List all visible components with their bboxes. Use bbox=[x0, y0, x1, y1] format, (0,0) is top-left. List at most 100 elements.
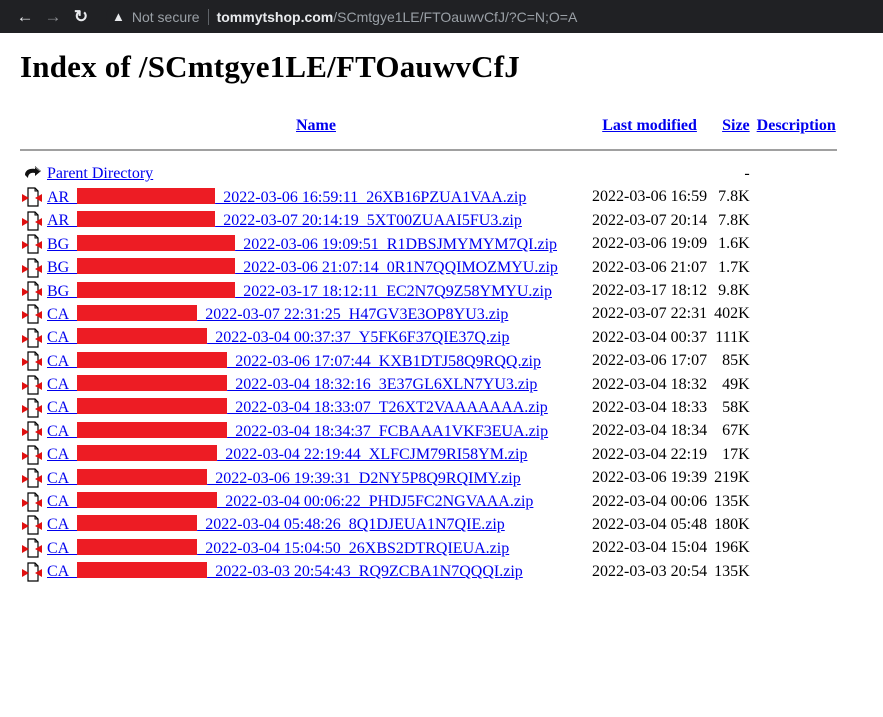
security-label[interactable]: Not secure bbox=[132, 9, 200, 25]
file-row: CA_ _2022-03-04 05:48:26_8Q1DJEUA1N7QIE.z… bbox=[20, 513, 837, 536]
file-row: BG_ _2022-03-06 21:07:14_0R1N7QQIMOZMYU.z… bbox=[20, 256, 837, 279]
file-modified: 2022-03-06 21:07 bbox=[592, 258, 708, 276]
file-link[interactable]: CA_ _2022-03-04 00:37:37_Y5FK6F37QIE37Q.z… bbox=[47, 328, 510, 347]
back-button[interactable]: ← bbox=[12, 4, 38, 30]
redaction-block bbox=[77, 375, 228, 392]
file-modified: 2022-03-06 17:07 bbox=[592, 352, 708, 370]
file-link[interactable]: CA_ _2022-03-04 22:19:44_XLFCJM79RI58YM.z… bbox=[47, 445, 528, 464]
file-link[interactable]: CA_ _2022-03-04 00:06:22_PHDJ5FC2NGVAAA.z… bbox=[47, 492, 534, 511]
reload-button[interactable]: ↻ bbox=[68, 4, 94, 30]
file-name-prefix: CA_ bbox=[47, 329, 78, 347]
file-row: CA_ _2022-03-04 18:32:16_3E37GL6XLN7YU3.z… bbox=[20, 373, 837, 396]
compressed-file-icon bbox=[22, 187, 42, 208]
redaction-block bbox=[77, 538, 198, 555]
file-row: CA_ _2022-03-04 22:19:44_XLFCJM79RI58YM.z… bbox=[20, 443, 837, 466]
file-link[interactable]: BG_ _2022-03-06 21:07:14_0R1N7QQIMOZMYU.z… bbox=[47, 258, 558, 277]
sort-by-modified-link[interactable]: Last modified bbox=[602, 117, 697, 134]
redaction-block bbox=[77, 515, 198, 532]
compressed-file-icon bbox=[22, 374, 42, 395]
file-row: CA_ _2022-03-04 00:37:37_Y5FK6F37QIE37Q.z… bbox=[20, 326, 837, 349]
file-name-prefix: AR_ bbox=[47, 188, 78, 206]
file-description bbox=[751, 490, 837, 513]
parent-directory-link[interactable]: Parent Directory bbox=[47, 165, 153, 182]
header-description: Description bbox=[751, 113, 837, 139]
sort-by-description-link[interactable]: Description bbox=[757, 117, 836, 134]
reload-icon: ↻ bbox=[73, 6, 89, 26]
file-modified: 2022-03-06 19:39 bbox=[592, 469, 708, 487]
file-name-suffix: _2022-03-04 22:19:44_XLFCJM79RI58YM.zip bbox=[217, 446, 528, 464]
file-size: 1.6K bbox=[718, 235, 750, 253]
file-name-suffix: _2022-03-03 20:54:43_RQ9ZCBA1N7QQQI.zip bbox=[207, 563, 523, 581]
file-size: 67K bbox=[722, 422, 750, 440]
compressed-file-icon bbox=[22, 468, 42, 488]
file-modified: 2022-03-03 20:54 bbox=[592, 562, 708, 580]
compressed-file-icon bbox=[22, 421, 42, 441]
file-name-suffix: _2022-03-04 18:32:16_3E37GL6XLN7YU3.zip bbox=[227, 376, 538, 394]
file-description bbox=[751, 209, 837, 232]
sort-by-size-link[interactable]: Size bbox=[722, 117, 750, 134]
file-modified: 2022-03-07 22:31 bbox=[592, 305, 708, 323]
file-description bbox=[751, 303, 837, 326]
file-row: CA_ _2022-03-03 20:54:43_RQ9ZCBA1N7QQQI.z… bbox=[20, 560, 837, 583]
redaction-block bbox=[77, 562, 208, 579]
url-host: tommytshop.com bbox=[216, 8, 334, 25]
file-link[interactable]: CA_ _2022-03-07 22:31:25_H47GV3E3OP8YU3.z… bbox=[47, 304, 508, 323]
file-link[interactable]: CA_ _2022-03-04 18:33:07_T26XT2VAAAAAAA.z… bbox=[47, 398, 548, 417]
redaction-block bbox=[77, 211, 216, 228]
redaction-block bbox=[77, 258, 236, 275]
file-name-prefix: CA_ bbox=[47, 563, 78, 581]
file-row: CA_ _2022-03-06 19:39:31_D2NY5P8Q9RQIMY.z… bbox=[20, 466, 837, 489]
file-link[interactable]: CA_ _2022-03-04 18:34:37_FCBAAA1VKF3EUA.z… bbox=[47, 421, 549, 440]
file-row: BG_ _2022-03-06 19:09:51_R1DBSJMYMYM7QI.z… bbox=[20, 233, 837, 256]
compressed-file-icon bbox=[22, 304, 42, 325]
compressed-file-icon bbox=[22, 211, 42, 231]
file-name-suffix: _2022-03-04 00:06:22_PHDJ5FC2NGVAAA.zip bbox=[217, 493, 534, 511]
file-link[interactable]: AR_ _2022-03-07 20:14:19_5XT00ZUAAI5FU3.z… bbox=[47, 211, 522, 229]
compressed-file-icon bbox=[22, 234, 42, 254]
file-link[interactable]: CA_ _2022-03-03 20:54:43_RQ9ZCBA1N7QQQI.z… bbox=[47, 562, 523, 581]
file-name-suffix: _2022-03-04 15:04:50_26XBS2DTRQIEUA.zip bbox=[197, 539, 510, 557]
compressed-file-icon bbox=[22, 328, 42, 348]
file-name-suffix: _2022-03-04 18:34:37_FCBAAA1VKF3EUA.zip bbox=[227, 422, 549, 440]
file-name-suffix: _2022-03-04 05:48:26_8Q1DJEUA1N7QIE.zip bbox=[197, 516, 505, 534]
file-link[interactable]: CA_ _2022-03-04 18:32:16_3E37GL6XLN7YU3.z… bbox=[47, 375, 538, 394]
file-name-suffix: _2022-03-06 19:39:31_D2NY5P8Q9RQIMY.zip bbox=[207, 469, 521, 487]
parent-directory-row: Parent Directory - bbox=[20, 162, 837, 185]
file-name-prefix: CA_ bbox=[47, 422, 78, 440]
file-modified: 2022-03-06 16:59 bbox=[592, 188, 708, 206]
file-row: CA_ _2022-03-04 18:33:07_T26XT2VAAAAAAA.z… bbox=[20, 396, 837, 419]
address-bar[interactable]: ▲ Not secure tommytshop.com/SCmtgye1LE/F… bbox=[106, 2, 883, 31]
file-row: AR_ _2022-03-07 20:14:19_5XT00ZUAAI5FU3.z… bbox=[20, 209, 837, 232]
header-name: Name bbox=[46, 113, 586, 139]
redaction-block bbox=[77, 187, 216, 204]
forward-button[interactable]: → bbox=[40, 4, 66, 30]
file-modified: 2022-03-04 00:06 bbox=[592, 492, 708, 510]
file-link[interactable]: CA_ _2022-03-04 15:04:50_26XBS2DTRQIEUA.z… bbox=[47, 538, 510, 557]
file-name-prefix: BG_ bbox=[47, 282, 78, 300]
redaction-block bbox=[77, 468, 208, 485]
file-link[interactable]: CA_ _2022-03-04 05:48:26_8Q1DJEUA1N7QIE.z… bbox=[47, 515, 505, 534]
file-size: 180K bbox=[714, 515, 750, 533]
url-path: /SCmtgye1LE/FTOauwvCfJ/?C=N;O=A bbox=[333, 8, 578, 25]
sort-by-name-link[interactable]: Name bbox=[296, 117, 336, 134]
redaction-block bbox=[77, 304, 198, 321]
file-size: 196K bbox=[714, 539, 750, 557]
file-name-prefix: CA_ bbox=[47, 399, 78, 417]
file-link[interactable]: CA_ _2022-03-06 19:39:31_D2NY5P8Q9RQIMY.z… bbox=[47, 468, 521, 487]
file-link[interactable]: CA_ _2022-03-06 17:07:44_KXB1DTJ58Q9RQQ.z… bbox=[47, 351, 541, 370]
redaction-block bbox=[77, 351, 228, 368]
file-row: CA_ _2022-03-04 15:04:50_26XBS2DTRQIEUA.z… bbox=[20, 537, 837, 560]
file-description bbox=[751, 326, 837, 349]
redaction-block bbox=[77, 328, 208, 345]
file-name-suffix: _2022-03-04 00:37:37_Y5FK6F37QIE37Q.zip bbox=[207, 329, 510, 347]
file-name-prefix: CA_ bbox=[47, 305, 78, 323]
arrow-right-icon: → bbox=[44, 6, 62, 26]
header-icon-column bbox=[20, 113, 46, 139]
file-link[interactable]: BG_ _2022-03-17 18:12:11_EC2N7Q9Z58YMYU.z… bbox=[47, 281, 552, 300]
file-link[interactable]: AR_ _2022-03-06 16:59:11_26XB16PZUA1VAA.z… bbox=[47, 187, 526, 206]
file-size: 85K bbox=[722, 352, 750, 370]
file-name-prefix: BG_ bbox=[47, 259, 78, 277]
file-row: CA_ _2022-03-04 00:06:22_PHDJ5FC2NGVAAA.z… bbox=[20, 490, 837, 513]
file-link[interactable]: BG_ _2022-03-06 19:09:51_R1DBSJMYMYM7QI.z… bbox=[47, 234, 557, 253]
file-size: 111K bbox=[715, 328, 750, 346]
